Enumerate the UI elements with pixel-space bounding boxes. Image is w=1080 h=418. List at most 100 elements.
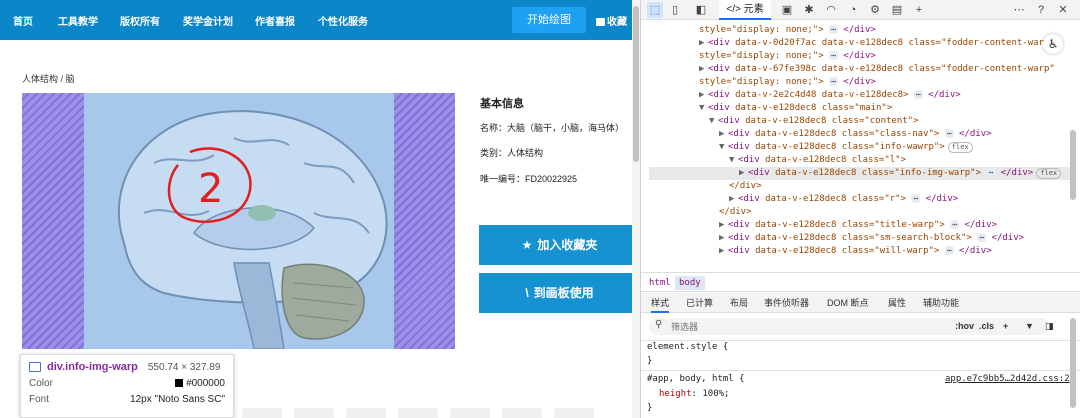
expand-arrow-icon[interactable]: ▶ [699, 89, 708, 102]
network-wifi-icon[interactable]: ◠ [823, 2, 839, 18]
layers-icon[interactable]: ▤ [889, 2, 905, 18]
sidebar-toggle-icon[interactable]: ◧ [693, 2, 709, 18]
dom-node[interactable]: ▶ <div data-v-e128dec8 class="title-warp"… [719, 219, 997, 232]
dom-node[interactable]: ▶ <div data-v-e128dec8 class="will-warp">… [719, 245, 992, 258]
tab-elements[interactable]: </> 元素 [719, 0, 771, 20]
performance-icon[interactable]: ◔ [845, 2, 861, 18]
collapsed-ellipsis-icon[interactable]: ⋯ [944, 246, 954, 255]
tab-accessibility[interactable]: 辅助功能 [923, 293, 959, 313]
collapse-arrow-icon[interactable]: ▼ [699, 102, 708, 115]
expand-arrow-icon[interactable]: ▶ [699, 37, 708, 50]
nav-item-scholarship[interactable]: 奖学金计划 [183, 13, 233, 28]
use-on-canvas-button[interactable]: \ 到画板使用 [479, 273, 640, 313]
page-scrollbar-thumb[interactable] [633, 6, 639, 162]
device-toolbar-icon[interactable]: ▯ [667, 2, 683, 18]
collapse-arrow-icon[interactable]: ▼ [729, 154, 738, 167]
tag-chip[interactable] [554, 408, 594, 418]
element-style-selector[interactable]: element.style { [647, 342, 728, 352]
collapsed-ellipsis-icon[interactable]: ⋯ [829, 77, 838, 86]
computed-sidebar-icon[interactable]: ◨ [1045, 321, 1054, 332]
info-img-warp-highlight[interactable] [22, 93, 455, 349]
flex-badge[interactable]: flex [947, 142, 973, 153]
collapsed-ellipsis-icon[interactable]: ⋯ [829, 51, 838, 60]
breadcrumb[interactable]: 人体结构 / 脑 [22, 72, 75, 85]
nav-item-copyright[interactable]: 版权所有 [120, 13, 160, 28]
start-drawing-button[interactable]: 开始绘图 [512, 7, 586, 33]
dom-node-selected[interactable]: ▶ <div data-v-e128dec8 class="info-img-wa… [649, 167, 1073, 180]
expand-arrow-icon[interactable]: ▶ [739, 167, 748, 180]
new-rule-icon[interactable]: + [1003, 321, 1008, 331]
tab-layout[interactable]: 布局 [730, 293, 748, 313]
inspect-element-icon[interactable]: ⬚ [647, 2, 663, 18]
dom-node[interactable]: style="display: none;"> ⋯ </div> [699, 24, 876, 37]
more-tools-icon[interactable]: ⋯ [1011, 2, 1027, 18]
collapsed-ellipsis-icon[interactable]: ⋯ [911, 194, 921, 203]
expand-arrow-icon[interactable]: ▶ [719, 245, 728, 258]
flex-badge[interactable]: flex [1036, 168, 1062, 179]
dom-node[interactable]: ▼ <div data-v-e128dec8 class="info-wawrp"… [719, 141, 973, 154]
help-icon[interactable]: ? [1033, 2, 1049, 18]
brain-image[interactable] [84, 93, 394, 349]
tag-chip[interactable] [346, 408, 386, 418]
expand-arrow-icon[interactable]: ▶ [719, 128, 728, 141]
rule-declaration[interactable]: height: 100%; [659, 389, 729, 399]
dom-node[interactable]: ▶ <div data-v-e128dec8 class="sm-search-b… [719, 232, 1024, 245]
accessibility-icon[interactable]: ♿ [1043, 34, 1063, 54]
collapsed-ellipsis-icon[interactable]: ⋯ [829, 25, 838, 34]
bug-icon[interactable]: ✱ [801, 2, 817, 18]
tag-chip[interactable] [242, 408, 282, 418]
tag-chip[interactable] [502, 408, 542, 418]
dom-node[interactable]: style="display: none;"> ⋯ </div> [699, 50, 876, 63]
nav-item-tutorials[interactable]: 工具教学 [58, 13, 98, 28]
dom-node[interactable]: ▶ <div data-v-67fe398c data-v-e128dec8 cl… [699, 63, 1055, 76]
collapse-arrow-icon[interactable]: ▼ [719, 141, 728, 154]
dom-node[interactable]: ▼ <div data-v-e128dec8 class="l"> [729, 154, 906, 167]
dom-node[interactable]: ▶ <div data-v-0d20f7ac data-v-e128dec8 cl… [699, 37, 1055, 50]
favorites-link[interactable]: 收藏 [596, 13, 627, 28]
tab-computed[interactable]: 已计算 [686, 293, 713, 313]
expand-arrow-icon[interactable]: ▶ [719, 232, 728, 245]
collapsed-ellipsis-icon[interactable]: ⋯ [950, 220, 960, 229]
settings-gear-icon[interactable]: ⚙ [867, 2, 883, 18]
dom-node[interactable]: ▶ <div data-v-e128dec8 class="r"> ⋯ </div… [729, 193, 958, 206]
collapsed-ellipsis-icon[interactable]: ⋯ [986, 168, 996, 177]
dom-tree-scrollbar[interactable] [1070, 130, 1076, 200]
rule-selector[interactable]: #app, body, html { [647, 374, 745, 384]
hover-state-toggle[interactable]: :hov [955, 321, 974, 331]
dom-node[interactable]: style="display: none;"> ⋯ </div> [699, 76, 876, 89]
nav-item-author-news[interactable]: 作者喜报 [255, 13, 295, 28]
collapsed-ellipsis-icon[interactable]: ⋯ [913, 90, 923, 99]
tag-chip[interactable] [294, 408, 334, 418]
tag-chip[interactable] [398, 408, 438, 418]
console-icon[interactable]: ▣ [779, 2, 795, 18]
collapsed-ellipsis-icon[interactable]: ⋯ [944, 129, 954, 138]
tab-styles[interactable]: 样式 [651, 293, 670, 313]
paint-icon[interactable]: ▼ [1025, 321, 1034, 331]
tab-event-listeners[interactable]: 事件侦听器 [764, 293, 809, 313]
tab-dom-breakpoints[interactable]: DOM 断点 [827, 293, 869, 313]
styles-scrollbar[interactable] [1070, 318, 1076, 408]
dom-node[interactable]: ▼ <div data-v-e128dec8 class="main"> [699, 102, 892, 115]
dom-node[interactable]: ▼ <div data-v-e128dec8 class="content"> [709, 115, 919, 128]
tab-properties[interactable]: 属性 [888, 293, 906, 313]
dom-node[interactable]: ▶ <div data-v-2e2c4d48 data-v-e128dec8> ⋯… [699, 89, 961, 102]
class-toggle[interactable]: .cls [979, 321, 994, 331]
dom-node[interactable]: ▶ <div data-v-e128dec8 class="class-nav">… [719, 128, 992, 141]
rule-source-link[interactable]: app.e7c9bb5…2d42d.css:2 [945, 374, 1070, 384]
close-devtools-icon[interactable]: ✕ [1055, 2, 1071, 18]
nav-item-personal-service[interactable]: 个性化服务 [318, 13, 368, 28]
expand-arrow-icon[interactable]: ▶ [699, 63, 708, 76]
nav-item-home[interactable]: 首页 [13, 13, 33, 28]
crumb-body[interactable]: body [675, 276, 705, 290]
page-scrollbar[interactable] [632, 0, 640, 418]
add-tool-icon[interactable]: + [911, 2, 927, 18]
styles-filter-input[interactable] [671, 318, 891, 335]
expand-arrow-icon[interactable]: ▶ [719, 219, 728, 232]
collapse-arrow-icon[interactable]: ▼ [709, 115, 718, 128]
expand-arrow-icon[interactable]: ▶ [729, 193, 738, 206]
dom-node[interactable]: </div> [729, 180, 762, 193]
collapsed-ellipsis-icon[interactable]: ⋯ [977, 233, 987, 242]
crumb-html[interactable]: html [645, 276, 675, 290]
dom-node[interactable]: </div> [719, 206, 752, 219]
add-favorite-button[interactable]: ★ 加入收藏夹 [479, 225, 640, 265]
